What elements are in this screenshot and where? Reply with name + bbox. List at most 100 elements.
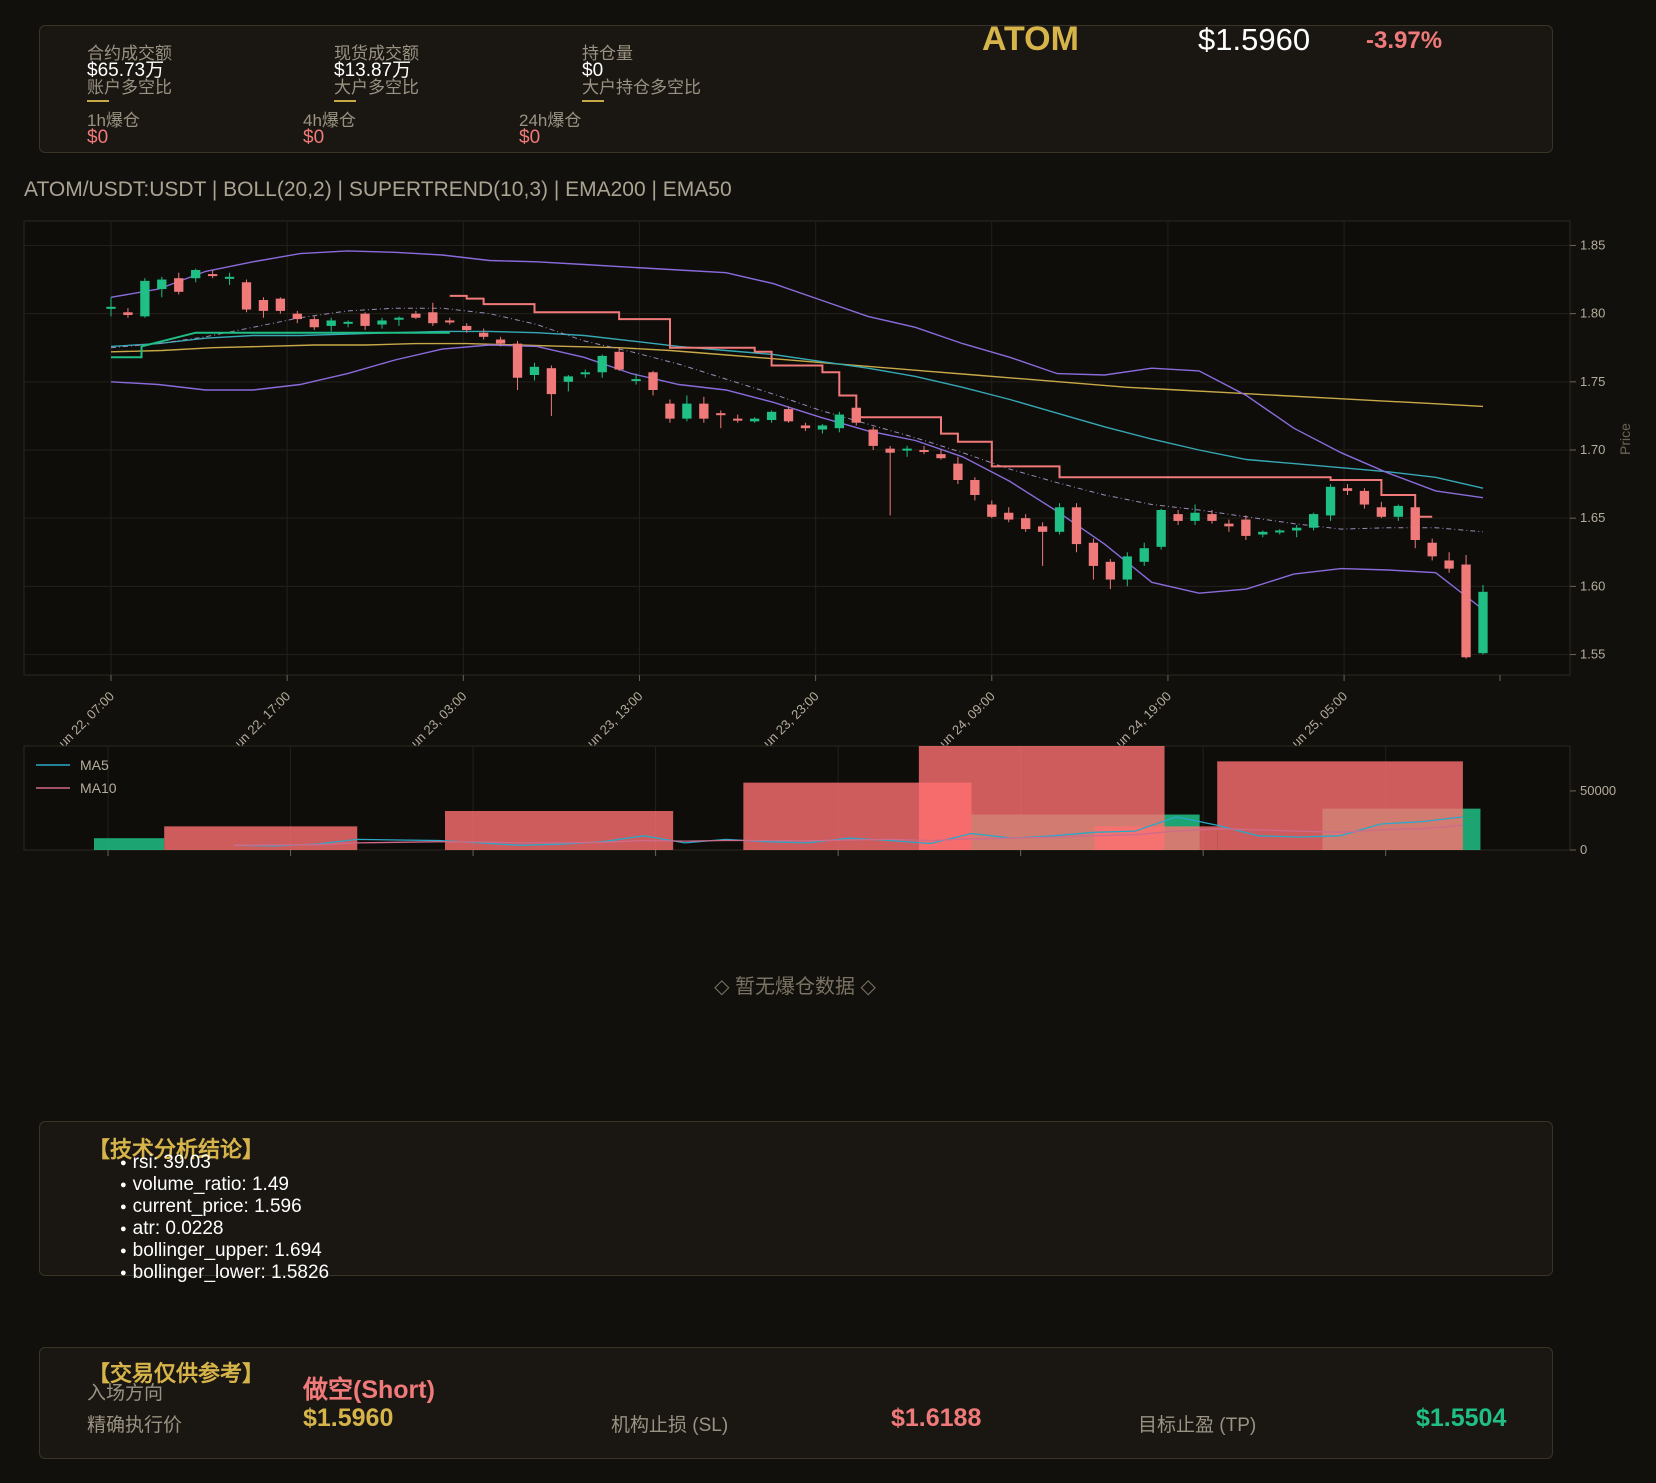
- candle-body: [614, 351, 624, 370]
- analysis-item-bollinger-lower: bollinger_lower: 1.5826: [120, 1262, 329, 1284]
- spot-volume-value: $13.87万: [334, 60, 412, 81]
- candle-body: [1054, 507, 1065, 532]
- candle-body: [1173, 514, 1183, 521]
- candle-body: [716, 413, 726, 416]
- candle-body: [902, 448, 912, 451]
- candle-body: [766, 411, 777, 420]
- analysis-item-volume-ratio: volume_ratio: 1.49: [120, 1174, 329, 1196]
- candle-body: [1139, 548, 1149, 562]
- candle-body: [1122, 556, 1132, 580]
- candle-body: [631, 379, 641, 382]
- whale-ls-ratio-label: 大户多空比: [334, 78, 419, 97]
- price-y-tick-label: 1.60: [1580, 578, 1605, 593]
- candle-body: [1275, 530, 1285, 533]
- candle-body: [1342, 488, 1353, 491]
- volume-chart[interactable]: 0 50000 MA5 MA10: [0, 740, 1656, 860]
- current-price: $1.5960: [1198, 22, 1311, 57]
- liq-24h-value: $0: [519, 127, 541, 148]
- price-y-tick-label: 1.75: [1580, 374, 1605, 389]
- candle-body: [174, 278, 184, 292]
- candle-body: [106, 306, 116, 309]
- legend-ma5-label: MA5: [80, 757, 109, 773]
- volume-bar-down: [1217, 761, 1463, 850]
- candle-body: [360, 313, 370, 326]
- price-y-tick-label: 1.80: [1580, 306, 1605, 321]
- symbol-name: ATOM: [982, 20, 1079, 58]
- trade-suggestion-panel: 【交易仅供参考】 入场方向 做空(Short) 精确执行价 $1.5960 机构…: [39, 1347, 1553, 1459]
- candle-body: [292, 313, 302, 320]
- price-plot-area: [23, 220, 1571, 676]
- futures-volume-value: $65.73万: [87, 60, 165, 81]
- candle-body: [597, 355, 607, 373]
- candle-body: [851, 407, 861, 423]
- analysis-item-bollinger-upper: bollinger_upper: 1.694: [120, 1240, 329, 1262]
- candle-body: [1258, 531, 1268, 535]
- candle-body: [428, 312, 438, 324]
- price-y-tick-label: 1.70: [1580, 442, 1605, 457]
- no-liquidation-data-text: ◇ 暂无爆仓数据 ◇: [714, 976, 876, 998]
- analysis-item-current-price: current_price: 1.596: [120, 1196, 329, 1218]
- candle-body: [1461, 564, 1471, 658]
- candle-body: [817, 425, 828, 430]
- whale-ls-ratio-underline: [334, 100, 356, 102]
- candle-body: [885, 448, 895, 453]
- candle-body: [275, 298, 286, 311]
- candle-body: [648, 372, 658, 390]
- stop-loss-label: 机构止损 (SL): [611, 1415, 729, 1436]
- candle-body: [1410, 507, 1420, 540]
- spot-volume-stat: 现货成交额 $13.87万 大户多空比: [334, 45, 419, 102]
- volume-y-tick-label: 50000: [1580, 783, 1616, 798]
- market-summary-panel: 合约成交额 $65.73万 账户多空比 现货成交额 $13.87万 大户多空比 …: [39, 25, 1553, 153]
- legend-ma10-label: MA10: [80, 780, 117, 796]
- candle-body: [140, 280, 150, 317]
- price-chart[interactable]: 1.551.601.651.701.751.801.85un 22, 07:00…: [0, 215, 1656, 750]
- open-interest-stat: 持仓量 $0 大户持仓多空比: [582, 45, 701, 102]
- candle-body: [1292, 527, 1302, 531]
- candle-body: [123, 312, 133, 315]
- candle-body: [1190, 512, 1200, 521]
- candle-body: [936, 454, 946, 459]
- volume-bar-down: [164, 826, 358, 850]
- candle-body: [1224, 523, 1234, 527]
- liq-1h-stat: 1h爆仓 $0: [87, 112, 140, 148]
- candle-body: [1376, 507, 1387, 517]
- candle-body: [580, 372, 590, 375]
- whale-position-ls-ratio-label: 大户持仓多空比: [582, 78, 701, 97]
- candle-body: [834, 414, 845, 429]
- candle-body: [563, 376, 573, 382]
- volume-bar-up: [94, 838, 165, 850]
- candle-body: [529, 366, 540, 375]
- account-ls-ratio-underline: [87, 100, 109, 102]
- open-interest-value: $0: [582, 60, 604, 81]
- futures-volume-stat: 合约成交额 $65.73万 账户多空比: [87, 45, 172, 102]
- technical-analysis-panel: 【技术分析结论】 rsi: 39.03 volume_ratio: 1.49 c…: [39, 1121, 1553, 1283]
- candle-body: [1427, 542, 1437, 557]
- candle-body: [157, 279, 167, 290]
- candle-body: [665, 403, 675, 419]
- liq-4h-value: $0: [303, 127, 325, 148]
- candle-body: [326, 320, 336, 326]
- take-profit-label: 目标止盈 (TP): [1138, 1415, 1257, 1436]
- candle-body: [868, 429, 878, 446]
- candle-body: [1088, 542, 1099, 566]
- candle-body: [1444, 560, 1454, 569]
- volume-y-tick-label: 0: [1580, 842, 1587, 857]
- candle-body: [495, 339, 506, 344]
- candle-body: [953, 463, 963, 480]
- whale-position-ls-ratio-underline: [582, 100, 604, 102]
- candle-body: [1021, 518, 1031, 530]
- candle-body: [800, 425, 811, 429]
- candle-body: [309, 319, 319, 328]
- direction-value: 做空(Short): [303, 1376, 435, 1404]
- liq-1h-value: $0: [87, 127, 109, 148]
- candle-body: [970, 480, 980, 495]
- candle-body: [241, 282, 252, 310]
- liq-4h-stat: 4h爆仓 $0: [303, 112, 356, 148]
- candle-body: [1156, 510, 1166, 547]
- candle-body: [1004, 512, 1014, 520]
- candle-body: [411, 313, 421, 318]
- candle-body: [682, 403, 692, 419]
- candle-body: [1359, 490, 1370, 505]
- candle-body: [445, 320, 455, 323]
- candle-body: [1207, 514, 1217, 521]
